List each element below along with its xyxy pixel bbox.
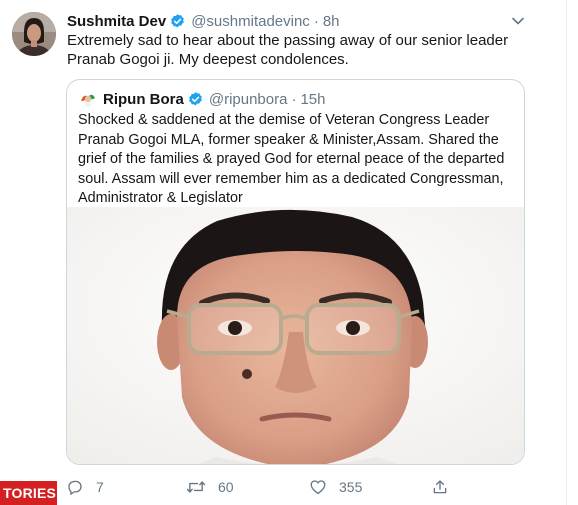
quoted-header-separator: ·: [291, 90, 297, 108]
tweet-text: Extremely sad to hear about the passing …: [67, 32, 509, 68]
quoted-tweet[interactable]: Ripun Bora @ripunbora · 15h Shocked & sa…: [66, 79, 525, 465]
reply-icon: [68, 480, 82, 495]
like-count: 355: [339, 479, 363, 495]
author-avatar[interactable]: [12, 12, 56, 56]
tweet-timestamp[interactable]: 8h: [323, 13, 340, 30]
author-name[interactable]: Sushmita Dev: [67, 13, 166, 30]
stories-badge[interactable]: TORIES: [0, 481, 57, 505]
verified-badge-icon: [169, 13, 186, 30]
tweet-card[interactable]: Sushmita Dev @sushmitadevinc · 8h Extrem…: [0, 0, 566, 505]
quoted-tweet-text: Shocked & saddened at the demise of Vete…: [78, 112, 505, 206]
retweet-icon: [186, 481, 206, 493]
chevron-down-icon[interactable]: [509, 12, 527, 30]
like-icon: [310, 480, 326, 495]
quoted-author-avatar[interactable]: [78, 89, 98, 109]
author-handle[interactable]: @sushmitadevinc: [191, 13, 310, 30]
quoted-tweet-photo[interactable]: [67, 207, 524, 464]
reply-button[interactable]: 7: [66, 478, 104, 496]
reply-count: 7: [96, 479, 104, 495]
quoted-tweet-timestamp[interactable]: 15h: [300, 91, 325, 108]
verified-badge-icon: [187, 91, 204, 108]
tweet-actions: 7 60 355: [66, 478, 486, 500]
retweet-count: 60: [218, 479, 234, 495]
quoted-tweet-header: Ripun Bora @ripunbora · 15h: [103, 89, 325, 109]
share-button[interactable]: [431, 478, 449, 496]
column-divider: [566, 0, 567, 505]
like-button[interactable]: 355: [309, 478, 362, 496]
tweet-header: Sushmita Dev @sushmitadevinc · 8h: [67, 11, 340, 31]
quoted-author-name[interactable]: Ripun Bora: [103, 91, 184, 108]
retweet-button[interactable]: 60: [186, 478, 234, 496]
quoted-author-handle[interactable]: @ripunbora: [209, 91, 288, 108]
share-icon: [433, 480, 447, 494]
header-separator: ·: [313, 12, 319, 30]
